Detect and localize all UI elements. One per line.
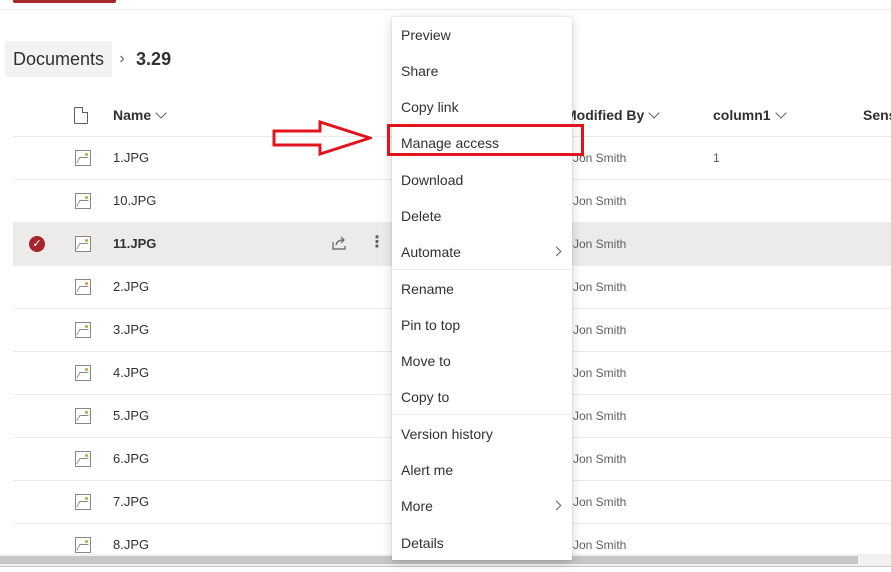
column-header-column1[interactable]: column1 <box>713 95 787 136</box>
image-file-icon <box>75 193 91 209</box>
chevron-down-icon <box>648 107 661 119</box>
file-name[interactable]: 1.JPG <box>113 137 149 179</box>
image-file-icon <box>75 365 91 381</box>
menu-item-preview[interactable]: Preview <box>392 17 572 53</box>
menu-item-copy-link[interactable]: Copy link <box>392 89 572 125</box>
command-bar-divider <box>0 9 891 10</box>
menu-item-delete[interactable]: Delete <box>392 198 572 234</box>
column-header-name[interactable]: Name <box>113 95 167 136</box>
chevron-down-icon <box>155 107 167 119</box>
menu-item-copy-to[interactable]: Copy to <box>392 379 572 415</box>
breadcrumb: Documents › 3.29 <box>5 41 171 77</box>
menu-item-label: Version history <box>401 426 493 442</box>
menu-item-label: Delete <box>401 208 442 224</box>
modified-by-cell: Jon Smith <box>573 323 627 337</box>
file-name[interactable]: 2.JPG <box>113 266 149 308</box>
file-type-column-icon[interactable] <box>74 107 88 124</box>
file-name[interactable]: 7.JPG <box>113 481 149 523</box>
file-name[interactable]: 6.JPG <box>113 438 149 480</box>
image-file-icon <box>75 537 91 553</box>
modified-by-cell: Jon Smith <box>573 237 627 251</box>
modified-by-cell: Jon Smith <box>573 452 627 466</box>
menu-divider <box>392 414 572 415</box>
column-header-sensitivity-label: Sens <box>863 107 891 123</box>
menu-item-label: Details <box>401 535 444 551</box>
image-file-icon <box>75 236 91 252</box>
breadcrumb-documents[interactable]: Documents <box>5 41 113 77</box>
menu-item-more[interactable]: More <box>392 488 572 524</box>
menu-item-label: Rename <box>401 281 454 297</box>
image-file-icon <box>75 322 91 338</box>
chevron-right-icon <box>551 500 562 511</box>
file-name[interactable]: 10.JPG <box>113 180 156 222</box>
image-file-icon <box>75 150 91 166</box>
menu-item-label: Automate <box>401 244 461 260</box>
breadcrumb-current-folder: 3.29 <box>136 48 172 69</box>
menu-item-automate[interactable]: Automate <box>392 234 572 270</box>
menu-item-version-history[interactable]: Version history <box>392 416 572 452</box>
share-icon[interactable] <box>331 235 347 251</box>
menu-item-move-to[interactable]: Move to <box>392 343 572 379</box>
modified-by-cell: Jon Smith <box>573 409 627 423</box>
context-menu: Preview Share Copy link Manage access Downlo… <box>392 17 572 560</box>
menu-item-label: More <box>401 498 433 514</box>
menu-divider <box>392 269 572 270</box>
menu-item-label: Pin to top <box>401 317 461 333</box>
selected-checkmark-icon[interactable]: ✓ <box>29 236 45 252</box>
image-file-icon <box>75 451 91 467</box>
menu-item-label: Move to <box>401 353 451 369</box>
file-name[interactable]: 4.JPG <box>113 352 149 394</box>
breadcrumb-separator-icon: › <box>119 50 125 67</box>
menu-item-label: Preview <box>401 27 451 43</box>
menu-item-share[interactable]: Share <box>392 53 572 89</box>
app-accent-bar <box>13 0 116 3</box>
column-header-name-label: Name <box>113 107 152 123</box>
annotation-arrow-icon <box>272 120 372 156</box>
image-file-icon <box>75 408 91 424</box>
column1-cell: 1 <box>713 151 720 165</box>
file-name[interactable]: 5.JPG <box>113 395 149 437</box>
modified-by-cell: Jon Smith <box>573 194 627 208</box>
menu-item-details[interactable]: Details <box>392 525 572 561</box>
menu-item-label: Download <box>401 172 464 188</box>
chevron-down-icon <box>774 107 787 119</box>
menu-item-pin-to-top[interactable]: Pin to top <box>392 307 572 343</box>
column-header-sensitivity[interactable]: Sens <box>863 95 891 136</box>
menu-item-label: Copy to <box>401 389 450 405</box>
menu-item-alert-me[interactable]: Alert me <box>392 452 572 488</box>
file-name[interactable]: 3.JPG <box>113 309 149 351</box>
annotation-highlight-box <box>387 124 584 156</box>
menu-item-rename[interactable]: Rename <box>392 271 572 307</box>
column-header-column1-label: column1 <box>713 107 771 123</box>
menu-item-label: Copy link <box>401 99 459 115</box>
bottom-border <box>0 566 891 572</box>
chevron-right-icon <box>551 246 562 257</box>
image-file-icon <box>75 279 91 295</box>
image-file-icon <box>75 494 91 510</box>
more-actions-icon[interactable]: ⋮ <box>369 233 385 253</box>
file-name[interactable]: 11.JPG <box>113 223 156 265</box>
modified-by-cell: Jon Smith <box>573 280 627 294</box>
column-header-modified-by-label: Modified By <box>565 107 645 123</box>
modified-by-cell: Jon Smith <box>573 366 627 380</box>
menu-item-download[interactable]: Download <box>392 162 572 198</box>
modified-by-cell: Jon Smith <box>573 495 627 509</box>
menu-item-label: Share <box>401 63 439 79</box>
menu-item-label: Alert me <box>401 462 454 478</box>
